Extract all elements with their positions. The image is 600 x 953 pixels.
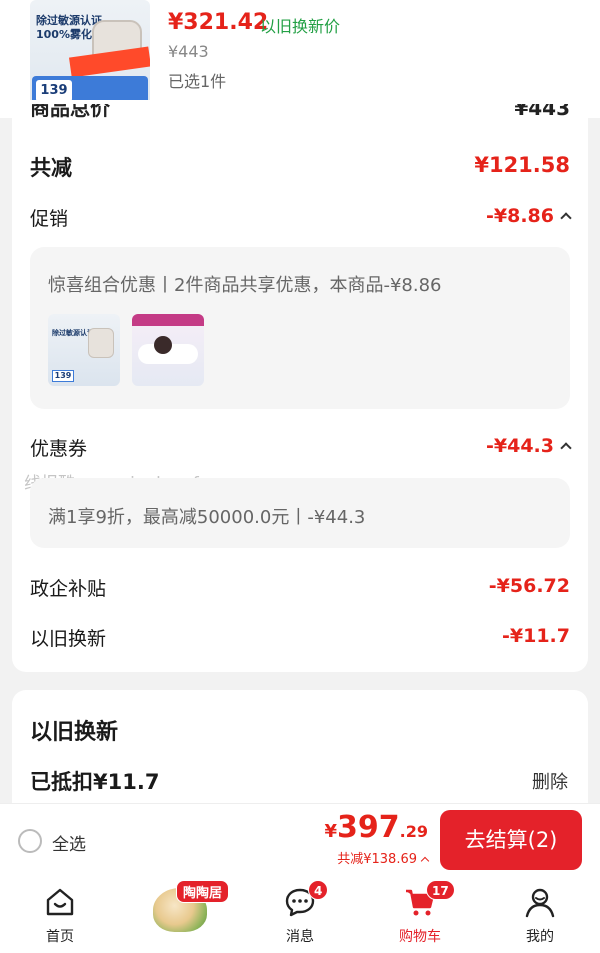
subsidy-label: 政企补贴 [30,578,107,600]
message-badge: 4 [308,880,329,900]
tab-label: 首页 [46,929,74,945]
checkout-button[interactable]: 去结算(2) [440,810,582,870]
select-all-radio[interactable] [18,829,42,853]
tab-cart[interactable]: 17 购物车 [360,878,480,953]
thumb-price: 139 [36,80,72,102]
coupon-value: -¥44.3 [486,435,554,457]
mini-thumb-price: 139 [52,370,74,382]
tradein-deducted: 已抵扣¥11.7 [30,770,160,794]
total-price: ¥397.29 [325,810,429,845]
tab-home[interactable]: 首页 [0,878,120,953]
selected-count: 已选1件 [168,72,227,91]
total-reduce-label: 共减 [30,156,72,180]
profile-icon [525,888,555,918]
select-all-label[interactable]: 全选 [52,830,86,855]
delete-tradein-button[interactable]: 删除 [532,768,568,794]
tab-label: 我的 [526,929,554,945]
promo-value: -¥8.86 [486,205,554,227]
saved-amount: 共减¥138.69 [337,852,417,867]
tab-food-promo[interactable]: 陶陶居 [120,878,240,953]
promo-band [68,46,150,78]
promo-label: 促销 [30,208,69,230]
saved-detail-toggle[interactable]: 共减¥138.69 [337,848,430,867]
original-price: ¥443 [168,42,209,61]
coupon-detail: 满1享9折，最高减50000.0元丨-¥44.3 [48,507,366,528]
tab-label: 购物车 [399,929,441,945]
total-integer: 397 [337,810,400,845]
cart-badge: 17 [426,880,455,900]
coupon-label: 优惠券 [30,438,88,460]
promo-toggle[interactable]: -¥8.86 [486,205,572,227]
combo-item-mite-cleaner[interactable]: 除过敏源认证 139 [48,314,120,386]
product-price: ¥321.42 [168,10,269,35]
device-image [88,328,114,358]
tab-label: 消息 [286,929,314,945]
chevron-up-icon [560,442,572,454]
total-reduce-value: ¥121.58 [474,153,570,177]
product-thumbnail[interactable]: 除过敏源认证 100%雾化净螨 139 [30,0,150,108]
tab-label: 陶陶居 [176,880,230,903]
tab-messages[interactable]: 4 消息 [240,878,360,953]
price-tag: 以旧换新价 [260,17,341,36]
tradein-label: 以旧换新 [30,628,107,650]
tradein-value: -¥11.7 [502,625,570,647]
subtotal-value: ¥443 [514,104,570,120]
pillow-model-head [154,336,172,354]
subsidy-value: -¥56.72 [488,575,570,597]
coupon-toggle[interactable]: -¥44.3 [486,435,572,457]
pillow-banner [132,314,204,326]
subtotal-label: 商品总价 [30,104,110,120]
total-decimal: .29 [399,822,428,841]
chevron-up-icon [560,212,572,224]
tradein-title: 以旧换新 [30,720,119,745]
promo-detail: 惊喜组合优惠丨2件商品共享优惠，本商品-¥8.86 [48,275,442,296]
chevron-up-icon [420,856,430,866]
home-icon [46,888,74,916]
tab-profile[interactable]: 我的 [480,878,600,953]
currency-symbol: ¥ [324,821,338,842]
combo-item-pillow[interactable] [132,314,204,386]
